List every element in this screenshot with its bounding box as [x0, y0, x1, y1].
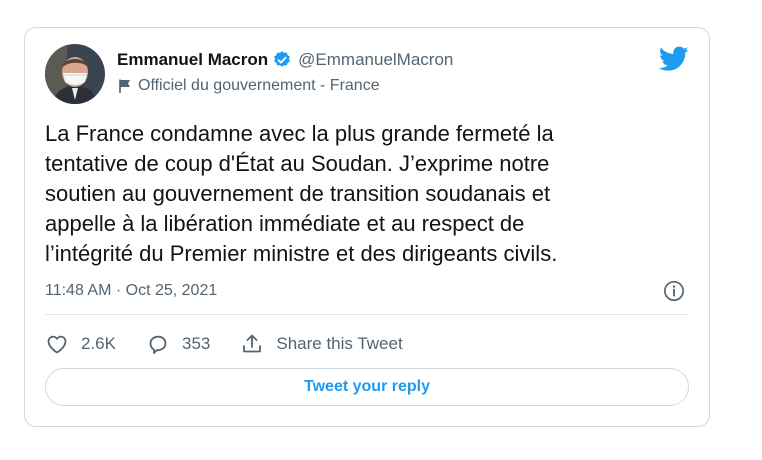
- action-bar: 2.6K 353 Share this Tweet: [45, 330, 433, 358]
- tweet-card: Emmanuel Macron @EmmanuelMacron Officiel…: [24, 27, 710, 427]
- like-heart-icon: [47, 335, 67, 354]
- author-handle[interactable]: @EmmanuelMacron: [298, 50, 453, 70]
- twitter-bird-icon[interactable]: [659, 46, 689, 72]
- like-button[interactable]: 2.6K: [45, 332, 116, 356]
- verified-badge-icon: [272, 50, 292, 70]
- government-flag-icon: [117, 78, 133, 94]
- tweet-your-reply-button[interactable]: Tweet your reply: [45, 368, 689, 406]
- account-label-row: Officiel du gouvernement - France: [117, 77, 380, 95]
- tweet-text-line: l’intégrité du Premier ministre et des d…: [45, 241, 558, 266]
- info-icon[interactable]: [663, 280, 685, 302]
- like-count: 2.6K: [81, 334, 116, 353]
- tweet-text-line: tentative de coup d'État au Soudan. J’ex…: [45, 151, 550, 176]
- reply-count: 353: [181, 334, 211, 353]
- share-label: Share this Tweet: [276, 334, 403, 353]
- account-label: Officiel du gouvernement - France: [138, 77, 380, 94]
- share-button[interactable]: Share this Tweet: [240, 332, 403, 356]
- tweet-timestamp[interactable]: 11:48 AM · Oct 25, 2021: [45, 282, 217, 300]
- share-icon: [243, 334, 262, 353]
- author-name[interactable]: Emmanuel Macron: [117, 50, 268, 70]
- reply-bubble-icon: [149, 335, 167, 354]
- author-row: Emmanuel Macron @EmmanuelMacron: [117, 50, 453, 70]
- reply-action-button[interactable]: 353: [146, 332, 210, 356]
- tweet-text-line: appelle à la libération immédiate et au …: [45, 211, 525, 236]
- divider: [45, 314, 689, 315]
- tweet-text-line: La France condamne avec la plus grande f…: [45, 121, 554, 146]
- avatar[interactable]: [45, 44, 105, 104]
- tweet-text-line: soutien au gouvernement de transition so…: [45, 181, 551, 206]
- tweet-text: La France condamne avec la plus grande f…: [45, 119, 665, 269]
